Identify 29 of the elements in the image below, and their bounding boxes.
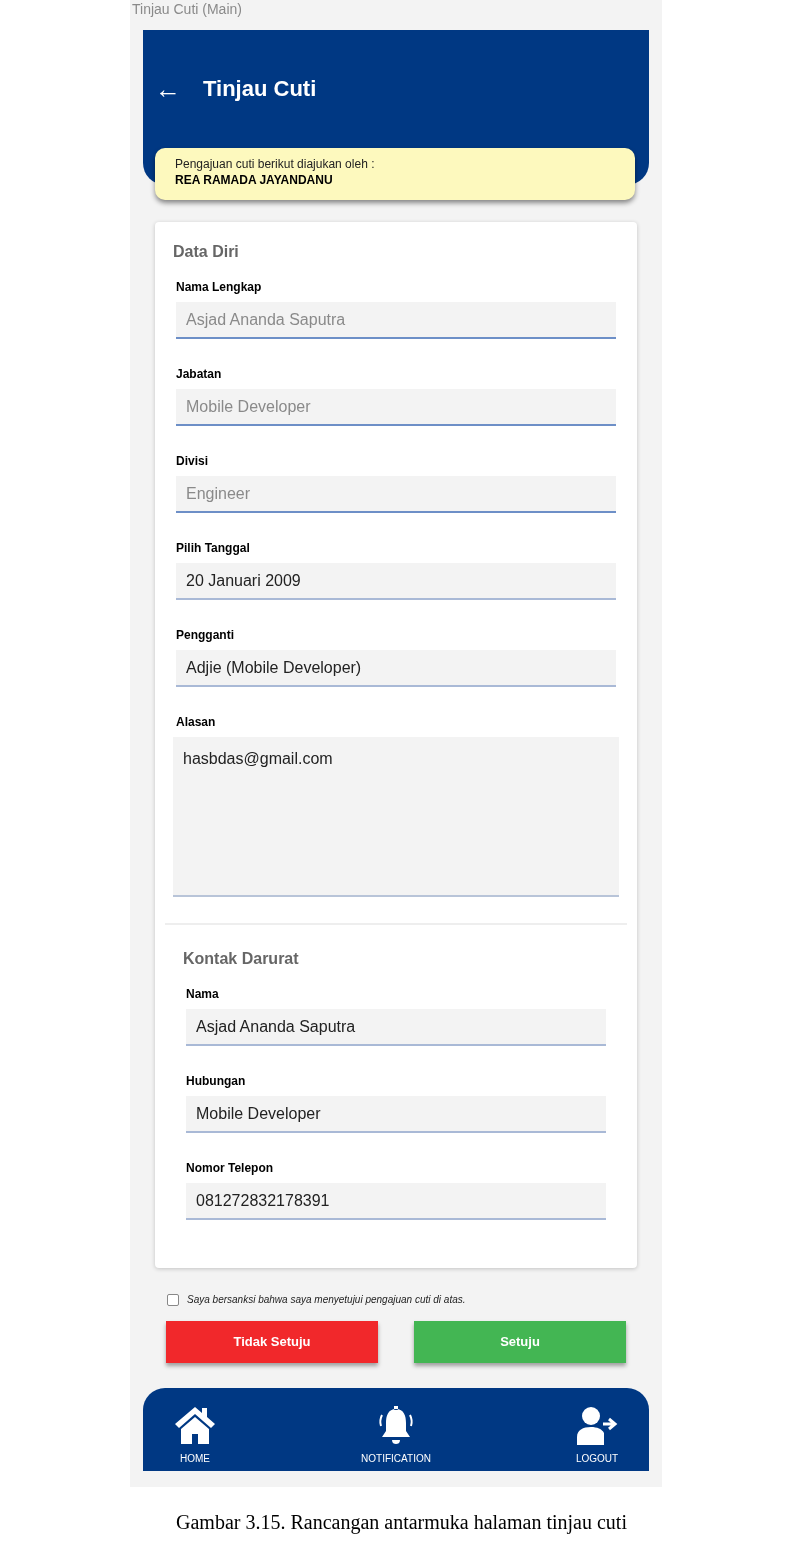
agreement-text: Saya bersanksi bahwa saya menyetujui pengajuan cuti di atas. bbox=[187, 1293, 466, 1307]
input-field[interactable]: Asjad Ananda Saputra bbox=[186, 1009, 606, 1046]
checkbox[interactable] bbox=[167, 1293, 179, 1306]
notice-text: Pengajuan cuti berikut diajukan oleh : bbox=[175, 156, 376, 172]
input-field[interactable]: Adjie (Mobile Developer) bbox=[176, 650, 616, 687]
applicant-name: REA RAMADA JAYANDANU bbox=[175, 172, 334, 188]
field-label: Nama bbox=[186, 986, 220, 1003]
reject-button[interactable]: Tidak Setuju bbox=[166, 1321, 378, 1363]
nav-item[interactable]: LOGOUT bbox=[575, 1403, 619, 1465]
section-title: Kontak Darurat bbox=[183, 949, 300, 969]
field-label: Hubungan bbox=[186, 1073, 247, 1090]
page-title: Tinjau Cuti bbox=[203, 75, 317, 103]
figure-caption: Gambar 3.15. Rancangan antarmuka halaman tinjau cuti bbox=[175, 1510, 628, 1536]
field-label: Nomor Telepon bbox=[186, 1160, 275, 1177]
input-field[interactable]: 081272832178391 bbox=[186, 1183, 606, 1220]
input-field[interactable]: Mobile Developer bbox=[186, 1096, 606, 1133]
frame-label: Tinjau Cuti (Main) bbox=[131, 0, 243, 19]
reason-field[interactable]: hasbdas@gmail.com bbox=[173, 737, 619, 897]
field-label: Nama Lengkap bbox=[176, 279, 263, 296]
input-field[interactable]: 20 Januari 2009 bbox=[176, 563, 616, 600]
nav-item[interactable]: NOTIFICATION bbox=[361, 1403, 431, 1465]
back-button[interactable]: ← bbox=[155, 73, 181, 104]
field-label: Divisi bbox=[176, 453, 209, 470]
nav-item[interactable]: HOME bbox=[173, 1403, 217, 1465]
section-title: Data Diri bbox=[173, 242, 240, 262]
field-label: Jabatan bbox=[176, 366, 223, 383]
field-label: Pilih Tanggal bbox=[176, 540, 251, 557]
field-label: Pengganti bbox=[176, 627, 235, 644]
field-label: Alasan bbox=[176, 714, 217, 731]
